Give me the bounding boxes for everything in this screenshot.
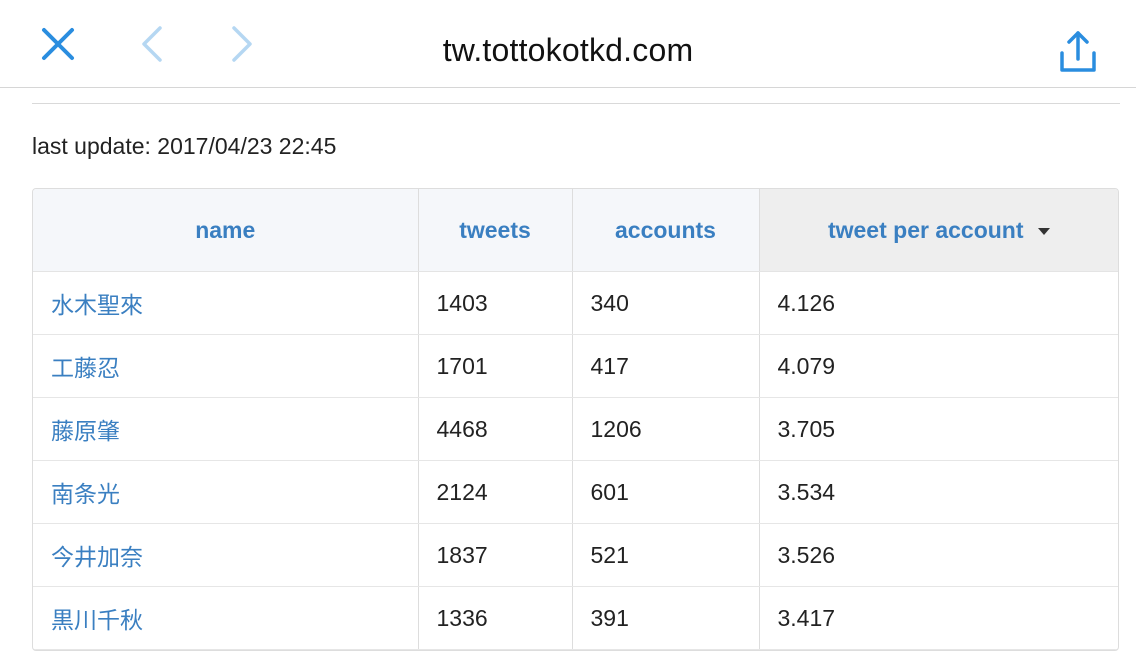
accounts-cell: 417 bbox=[572, 334, 760, 398]
accounts-cell: 521 bbox=[572, 523, 760, 587]
table-row: 水木聖來 1403 340 4.126 bbox=[33, 271, 1118, 335]
column-header-tweets-label: tweets bbox=[459, 216, 531, 243]
accounts-cell: 340 bbox=[572, 271, 760, 335]
accounts-cell: 391 bbox=[572, 586, 760, 650]
tweets-cell: 1336 bbox=[418, 586, 573, 650]
url-title: tw.tottokotkd.com bbox=[442, 32, 694, 68]
accounts-cell: 601 bbox=[572, 460, 760, 524]
table-row: 藤原肇 4468 1206 3.705 bbox=[33, 397, 1118, 461]
table-row: 工藤忍 1701 417 4.079 bbox=[33, 334, 1118, 398]
name-cell[interactable]: 水木聖來 bbox=[33, 271, 419, 335]
name-cell[interactable]: 工藤忍 bbox=[33, 334, 419, 398]
content-divider bbox=[32, 103, 1120, 104]
name-cell[interactable]: 藤原肇 bbox=[33, 397, 419, 461]
last-update-text: last update: 2017/04/23 22:45 bbox=[32, 133, 337, 159]
tweets-cell: 1701 bbox=[418, 334, 573, 398]
column-header-tweet-per-account[interactable]: tweet per account bbox=[759, 189, 1118, 272]
tweets-cell: 4468 bbox=[418, 397, 573, 461]
name-cell[interactable]: 今井加奈 bbox=[33, 523, 419, 587]
name-cell[interactable]: 南条光 bbox=[33, 460, 419, 524]
tweet-per-account-cell: 3.526 bbox=[759, 523, 1118, 587]
share-icon bbox=[1060, 31, 1096, 72]
tweets-cell: 2124 bbox=[418, 460, 573, 524]
accounts-cell: 1206 bbox=[572, 397, 760, 461]
column-header-tweet-per-account-label: tweet per account bbox=[827, 216, 1024, 243]
column-header-accounts-label: accounts bbox=[615, 216, 716, 243]
name-cell[interactable]: 黒川千秋 bbox=[33, 586, 419, 650]
tweet-per-account-cell: 3.534 bbox=[759, 460, 1118, 524]
tweets-cell: 1837 bbox=[418, 523, 573, 587]
tweet-per-account-cell: 3.705 bbox=[759, 397, 1118, 461]
tweet-per-account-cell: 4.126 bbox=[759, 271, 1118, 335]
column-header-name-label: name bbox=[195, 216, 256, 243]
column-header-name[interactable]: name bbox=[33, 189, 419, 272]
browser-toolbar: tw.tottokotkd.com bbox=[0, 0, 1136, 88]
sort-descending-icon bbox=[1037, 227, 1050, 235]
tweet-per-account-cell: 4.079 bbox=[759, 334, 1118, 398]
column-header-tweets[interactable]: tweets bbox=[418, 189, 573, 272]
table-row: 南条光 2124 601 3.534 bbox=[33, 460, 1118, 524]
tweets-cell: 1403 bbox=[418, 271, 573, 335]
table-row: 今井加奈 1837 521 3.526 bbox=[33, 523, 1118, 587]
table-row: 黒川千秋 1336 391 3.417 bbox=[33, 586, 1118, 650]
tweet-per-account-cell: 3.417 bbox=[759, 586, 1118, 650]
table-header-row: name tweets accounts tweet per account bbox=[33, 189, 1118, 272]
share-button[interactable] bbox=[1056, 30, 1100, 74]
column-header-accounts[interactable]: accounts bbox=[572, 189, 760, 272]
ranking-table: name tweets accounts tweet per account 水… bbox=[32, 188, 1119, 651]
